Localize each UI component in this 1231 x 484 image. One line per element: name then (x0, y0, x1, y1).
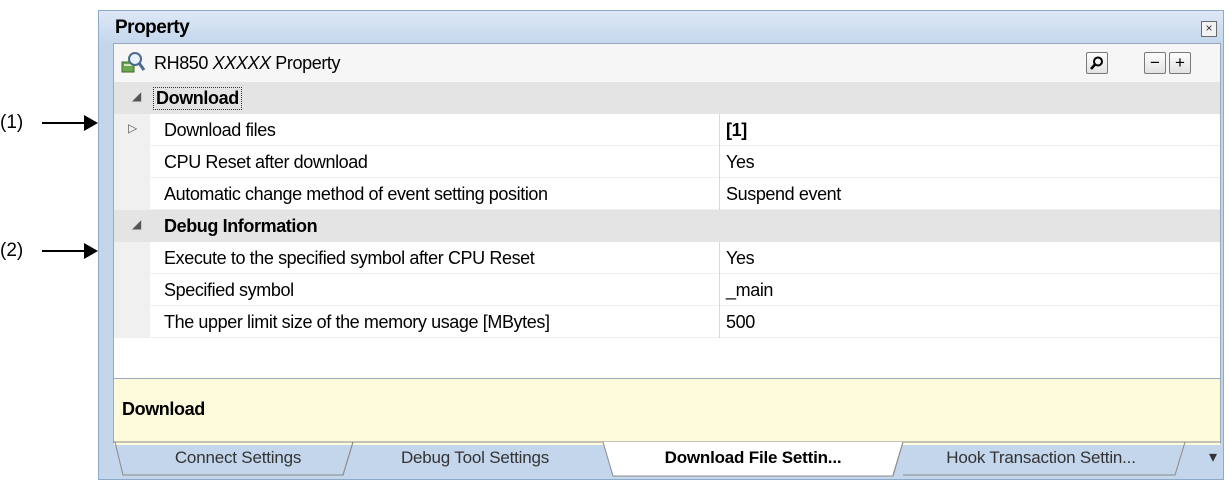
callout-label: (1) (0, 112, 24, 133)
property-row[interactable]: Execute to the specified symbol after CP… (114, 242, 1220, 274)
property-name: Execute to the specified symbol after CP… (164, 248, 535, 268)
tab-debug-tool-settings[interactable]: Debug Tool Settings (357, 441, 593, 475)
description-text: Download (122, 399, 205, 419)
collapse-triangle-icon[interactable]: ◢ (132, 89, 141, 103)
property-row[interactable]: Automatic change method of event setting… (114, 178, 1220, 210)
property-grid-container: RH850 XXXXX Property − + ◢ Download ▷ Do… (113, 43, 1221, 445)
property-name: Automatic change method of event setting… (164, 184, 548, 204)
property-magnifier-icon (121, 52, 146, 73)
property-row[interactable]: Specified symbol _main (114, 274, 1220, 306)
callout-label: (2) (0, 240, 24, 261)
column-divider[interactable] (719, 114, 720, 146)
column-divider[interactable] (719, 274, 720, 306)
property-name: CPU Reset after download (164, 152, 368, 172)
property-title-target: XXXXX (212, 53, 271, 73)
search-icon (1090, 56, 1103, 70)
category-name: Debug Information (164, 216, 318, 236)
row-gutter (114, 178, 150, 210)
collapse-all-button[interactable]: − (1144, 52, 1166, 74)
property-name: The upper limit size of the memory usage… (164, 312, 550, 332)
property-value[interactable]: 500 (726, 312, 755, 333)
property-row[interactable]: The upper limit size of the memory usage… (114, 306, 1220, 338)
expand-triangle-icon[interactable]: ▷ (128, 121, 137, 135)
category-name: Download (153, 87, 242, 110)
property-name: Download files (164, 120, 276, 140)
column-divider[interactable] (719, 306, 720, 338)
column-divider[interactable] (719, 146, 720, 178)
property-panel: Property × RH850 XXXXX Property − + ◢ Do… (98, 10, 1224, 480)
property-header: RH850 XXXXX Property − + (114, 44, 1220, 83)
column-divider[interactable] (719, 178, 720, 210)
row-gutter (114, 274, 150, 306)
property-title-suffix: Property (275, 53, 341, 73)
collapse-triangle-icon[interactable]: ◢ (132, 217, 141, 231)
property-grid: ◢ Download ▷ Download files [1] CPU Rese… (114, 82, 1220, 372)
category-row-download[interactable]: ◢ Download (114, 82, 1220, 114)
category-row-debug-information[interactable]: ◢ Debug Information (114, 210, 1220, 242)
description-area: Download (114, 378, 1220, 445)
tab-strip: Connect Settings Debug Tool Settings Dow… (113, 441, 1221, 477)
property-title-prefix: RH850 (154, 53, 209, 73)
callout-arrow (42, 243, 98, 259)
callout-1: (1) (0, 111, 98, 135)
search-button[interactable] (1086, 52, 1108, 74)
panel-title: Property (115, 17, 190, 38)
close-icon[interactable]: × (1201, 21, 1217, 37)
property-name: Specified symbol (164, 280, 294, 300)
property-value[interactable]: [1] (726, 120, 747, 141)
row-gutter (114, 242, 150, 274)
tab-hook-transaction-settings[interactable]: Hook Transaction Settin... (903, 441, 1179, 475)
property-title: RH850 XXXXX Property (154, 53, 341, 74)
tab-connect-settings[interactable]: Connect Settings (133, 441, 343, 475)
callout-2: (2) (0, 239, 98, 263)
row-gutter (114, 146, 150, 178)
tab-download-file-settings[interactable]: Download File Settin... (613, 441, 893, 475)
property-row[interactable]: ▷ Download files [1] (114, 114, 1220, 146)
expand-all-button[interactable]: + (1169, 52, 1191, 74)
panel-titlebar: Property × (99, 11, 1223, 45)
property-value[interactable]: Suspend event (726, 184, 841, 205)
tab-overflow-icon[interactable]: ▾ (1209, 447, 1217, 467)
property-value[interactable]: _main (726, 280, 773, 301)
callout-arrow (42, 115, 98, 131)
property-value[interactable]: Yes (726, 152, 755, 173)
property-value[interactable]: Yes (726, 248, 755, 269)
row-gutter (114, 306, 150, 338)
property-row[interactable]: CPU Reset after download Yes (114, 146, 1220, 178)
column-divider[interactable] (719, 242, 720, 274)
